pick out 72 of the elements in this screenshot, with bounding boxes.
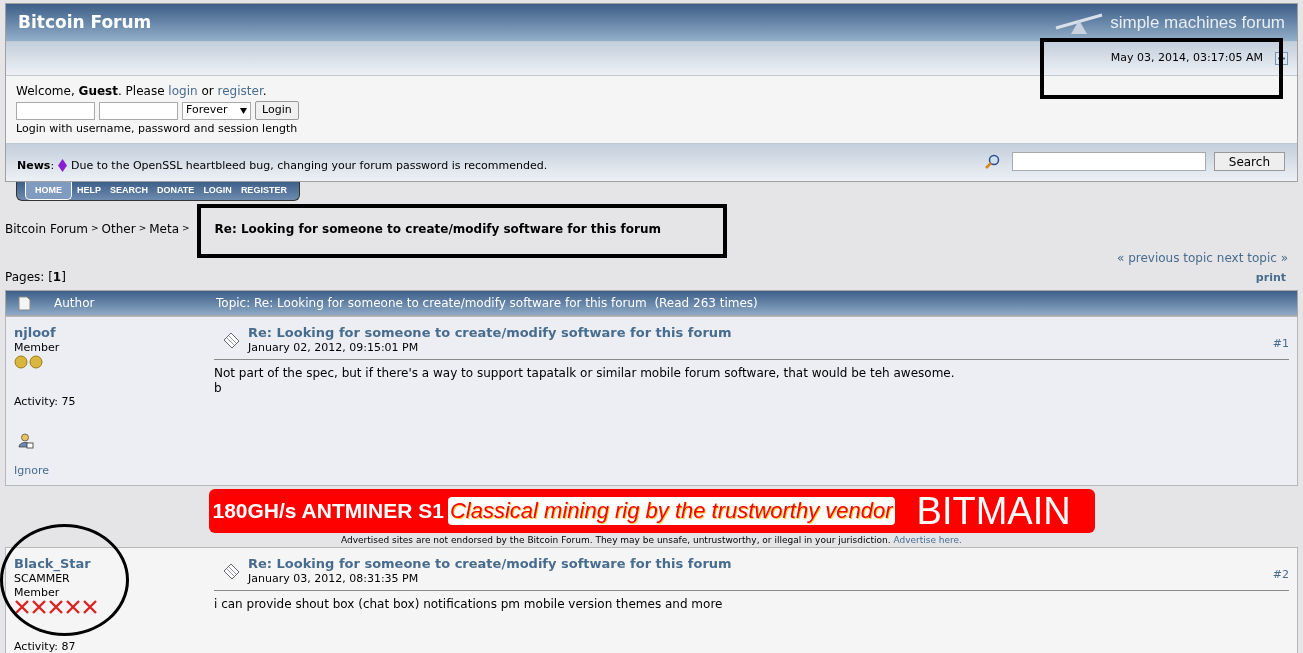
menu-tab[interactable]: SEARCH xyxy=(106,182,153,200)
ignore-link[interactable]: Ignore xyxy=(14,462,49,479)
profile-icon[interactable] xyxy=(18,432,34,449)
page-icon xyxy=(18,295,31,311)
diamond-icon xyxy=(58,159,68,173)
post-text: Not part of the spec, but if there's a way to support tapatalk or similar mobile forum software, that would be teh awesome. xyxy=(214,366,956,381)
activity-count: Activity: 87 xyxy=(14,639,76,653)
register-link[interactable]: register xyxy=(217,84,263,98)
search-button[interactable]: Search xyxy=(1213,152,1285,171)
logo-text: simple machines forum xyxy=(1110,11,1285,34)
username-field[interactable] xyxy=(16,101,95,120)
breadcrumb-link[interactable]: Other xyxy=(101,220,136,238)
password-field[interactable] xyxy=(99,101,178,120)
breadcrumb-separator: > xyxy=(91,222,99,236)
menu-tab[interactable]: HELP xyxy=(73,182,105,200)
coin-icon xyxy=(29,355,43,369)
author-name[interactable]: njloof xyxy=(14,325,56,341)
ad-slogan: Classical mining rig by the trustworthy vendor xyxy=(447,497,895,525)
cross-icon xyxy=(82,600,98,614)
search-field[interactable] xyxy=(1011,152,1206,171)
forum-title: Bitcoin Forum xyxy=(18,10,152,34)
login-hint: Login with username, password and session length xyxy=(16,122,299,135)
news-label: News: xyxy=(17,157,55,174)
coin-icon xyxy=(14,355,28,369)
author-column-header: Author xyxy=(54,295,96,312)
cross-icon xyxy=(48,600,64,614)
post-text: b xyxy=(214,381,223,396)
ad-disclaimer: Advertised sites are not endorsed by the Bitcoin Forum. They may be unsafe, untrustworthy, or illegal in your jurisdiction. Advertise here. xyxy=(341,534,962,547)
login-link[interactable]: login xyxy=(168,84,198,98)
next-topic-link[interactable]: next topic » xyxy=(1216,249,1288,267)
topic-column-header: Topic: Re: Looking for someone to create/modify software for this forum (Read 263 times) xyxy=(216,295,758,312)
cross-icon xyxy=(31,600,47,614)
breadcrumb-link[interactable]: Bitcoin Forum xyxy=(5,220,88,238)
menu-tab[interactable]: DONATE xyxy=(153,182,199,200)
cross-icon xyxy=(14,600,30,614)
print-link[interactable]: print xyxy=(1255,269,1286,286)
session-length-dropdown[interactable]: Forever xyxy=(182,101,251,120)
news-text: Due to the OpenSSL heartbleed bug, changing your forum password is recommended. xyxy=(71,157,548,174)
menu-tab[interactable]: HOME xyxy=(25,182,72,200)
author-name[interactable]: Black_Star xyxy=(14,556,91,572)
post-date: January 02, 2012, 09:15:01 PM xyxy=(248,341,419,355)
cross-icon xyxy=(65,600,81,614)
breadcrumb-separator: > xyxy=(182,222,190,236)
search-icon xyxy=(983,153,1000,170)
post-number-link[interactable]: #2 xyxy=(1272,566,1289,584)
activity-count: Activity: 75 xyxy=(14,394,76,410)
member-rank: Member xyxy=(14,586,60,600)
pages-indicator: Pages: [1] xyxy=(5,269,66,286)
advertise-link[interactable]: Advertise here. xyxy=(893,535,962,545)
member-rank: SCAMMER xyxy=(14,572,70,586)
menu-tab[interactable]: LOGIN xyxy=(199,182,236,200)
dropdown-arrow-icon xyxy=(240,107,247,114)
ad-brand: BITMAIN xyxy=(916,491,1071,531)
previous-topic-link[interactable]: « previous topic xyxy=(1116,249,1213,267)
post-number-link[interactable]: #1 xyxy=(1272,335,1289,353)
post-date: January 03, 2012, 08:31:35 PM xyxy=(248,572,419,586)
post-icon xyxy=(222,330,242,350)
member-rank: Member xyxy=(14,341,60,355)
breadcrumb-current[interactable]: Re: Looking for someone to create/modify software for this forum xyxy=(214,220,661,238)
post-title-link[interactable]: Re: Looking for someone to create/modify software for this forum xyxy=(248,325,732,341)
post-title-link[interactable]: Re: Looking for someone to create/modify software for this forum xyxy=(248,556,732,572)
session-option: Forever xyxy=(186,102,228,119)
menu-tab[interactable]: REGISTER xyxy=(236,182,291,200)
current-date: May 03, 2014, 03:17:05 AM xyxy=(1110,50,1263,67)
post-icon xyxy=(222,561,242,581)
login-button[interactable]: Login xyxy=(255,101,299,120)
ad-banner[interactable]: 180GH/s ANTMINER S1 Classical mining rig by the trustworthy vendor BITMAIN xyxy=(208,489,1095,533)
post-text: i can provide shout box (chat box) notifications pm mobile version themes and more xyxy=(214,597,724,612)
breadcrumb-link[interactable]: Meta xyxy=(149,220,179,238)
welcome-text: Welcome, Guest. Please login or register. xyxy=(16,84,268,99)
breadcrumb-separator: > xyxy=(138,222,147,236)
ad-product: 180GH/s ANTMINER S1 xyxy=(212,498,444,525)
